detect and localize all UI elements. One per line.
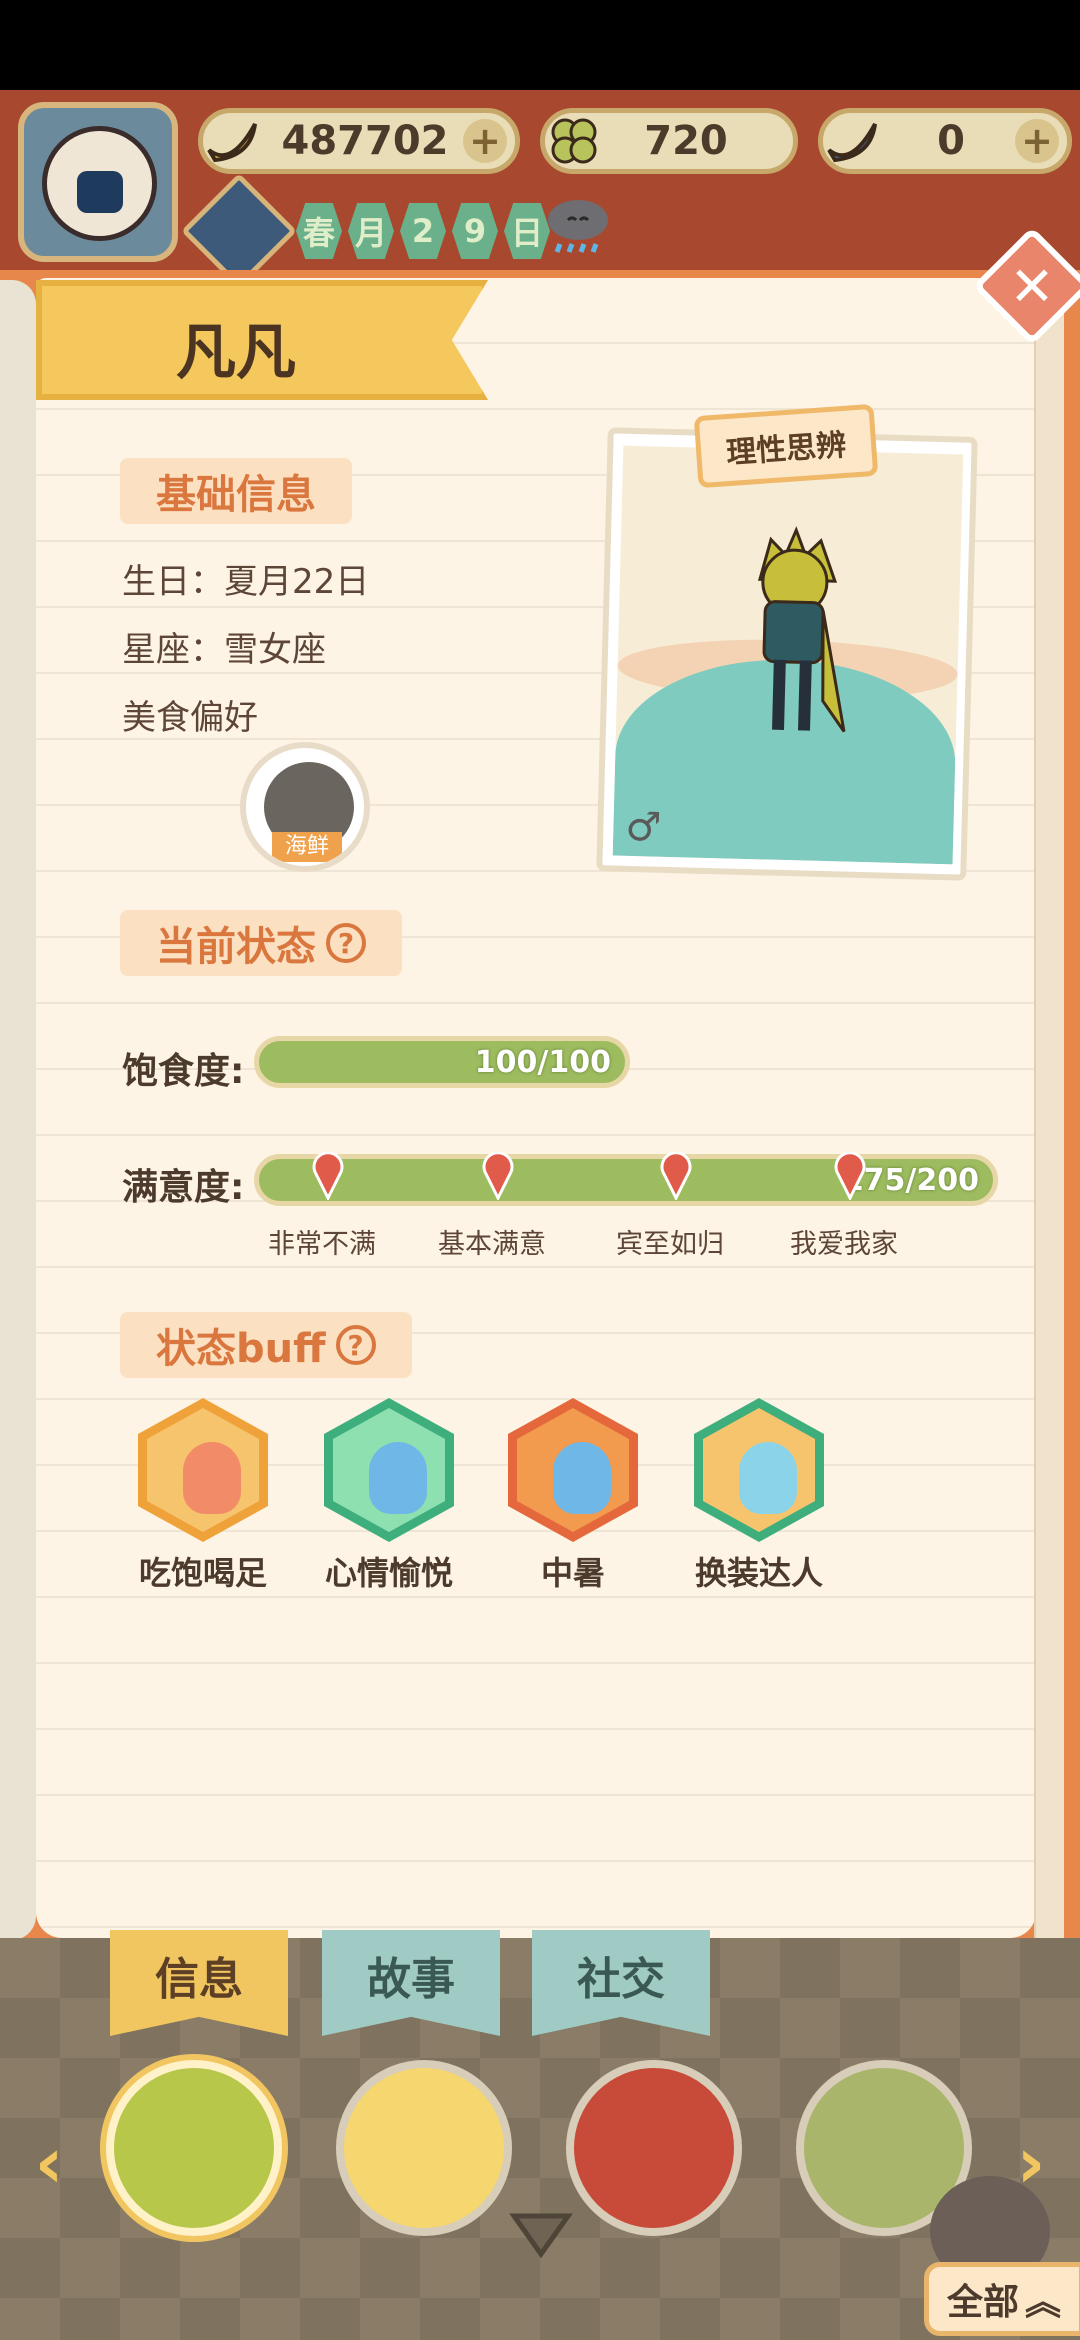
chevron-down-icon[interactable] (508, 2210, 574, 2260)
character-name-banner: 凡凡 (36, 280, 488, 400)
happy-mood-icon (324, 1398, 454, 1542)
clover-icon (539, 106, 609, 176)
heatstroke-icon (508, 1398, 638, 1542)
player-avatar[interactable] (18, 102, 178, 262)
buff-label: 换装达人 (694, 1554, 823, 1592)
dinosaur-character-image (736, 519, 852, 752)
constellation-text: 星座：雪女座 (122, 630, 326, 670)
rain-cloud-icon[interactable] (542, 190, 614, 262)
birthday-text: 生日：夏月22日 (122, 562, 370, 602)
buff-label: 心情愉悦 (324, 1554, 453, 1592)
buff-label: 吃饱喝足 (138, 1554, 267, 1592)
help-icon[interactable]: ? (326, 923, 366, 963)
banana-icon (197, 106, 267, 176)
date-chip: 春 (296, 203, 342, 259)
blue-banana-icon (817, 106, 887, 176)
character-avatar-dinosaur[interactable] (106, 2060, 282, 2236)
banana-currency: 487702 + (198, 108, 520, 174)
status-buff-header: 状态buff ? (120, 1312, 412, 1378)
satiety-value: 100/100 (474, 1045, 611, 1080)
show-all-button[interactable]: 全部 ︽ (924, 2262, 1080, 2336)
basic-info-header: 基础信息 (120, 458, 352, 524)
date-chip: 月 (348, 203, 394, 259)
cat-avatar-icon (42, 126, 157, 241)
personality-trait-tag: 理性思辨 (693, 403, 879, 489)
previous-character-arrow-icon[interactable]: ‹ (24, 2122, 74, 2204)
previous-page-edge (0, 280, 36, 1940)
character-avatar-chick[interactable] (336, 2060, 512, 2236)
clover-currency: 720 (540, 108, 798, 174)
double-chevron-up-icon: ︽ (1025, 2282, 1062, 2323)
satiety-label: 饱食度: (122, 1051, 245, 1092)
satiety-bar: 100/100 (254, 1036, 630, 1088)
status-bar (0, 0, 1080, 90)
buff-label: 中暑 (540, 1554, 605, 1592)
add-blue-banana-button[interactable]: + (1015, 119, 1059, 163)
milestone-pin-icon (480, 1151, 516, 1202)
milestone-label: 非常不满 (268, 1229, 376, 1260)
buff-item[interactable]: 吃饱喝足 (138, 1398, 268, 1594)
milestone-pin-icon (832, 1151, 868, 1202)
panel-spine (1034, 278, 1064, 1938)
current-status-header: 当前状态 ? (120, 910, 402, 976)
food-preference-badge[interactable]: 海鲜 (240, 742, 370, 872)
full-stomach-icon (138, 1398, 268, 1542)
date-chip: 2 (400, 203, 446, 259)
milestone-pin-icon (310, 1151, 346, 1202)
satisfaction-label: 满意度: (122, 1167, 245, 1208)
male-gender-icon: ♂ (624, 803, 662, 851)
milestone-label: 我爱我家 (790, 1229, 898, 1260)
buff-item[interactable]: 换装达人 (694, 1398, 824, 1594)
milestone-label: 基本满意 (438, 1229, 546, 1260)
close-icon: ✕ (1009, 254, 1055, 318)
milestone-label: 宾至如归 (616, 1229, 724, 1260)
game-date: 春 月 2 9 日 (181, 173, 550, 289)
add-banana-button[interactable]: + (463, 119, 507, 163)
help-icon[interactable]: ? (335, 1325, 376, 1365)
food-preference-value: 海鲜 (272, 832, 342, 862)
food-preference-label: 美食偏好 (122, 698, 258, 738)
outfit-icon (694, 1398, 824, 1542)
milestone-pin-icon (658, 1151, 694, 1202)
character-portrait-card: ♂ (596, 427, 978, 881)
satisfaction-bar: 175/200 (254, 1154, 998, 1206)
buff-item[interactable]: 中暑 (508, 1398, 638, 1594)
blue-banana-currency: 0 + (818, 108, 1072, 174)
character-name: 凡凡 (176, 318, 296, 388)
top-header: 487702 + 720 0 + 春 月 2 9 日 (0, 90, 1080, 289)
buff-item[interactable]: 心情愉悦 (324, 1398, 454, 1594)
character-avatar-crab[interactable] (566, 2060, 742, 2236)
date-chip: 9 (452, 203, 498, 259)
